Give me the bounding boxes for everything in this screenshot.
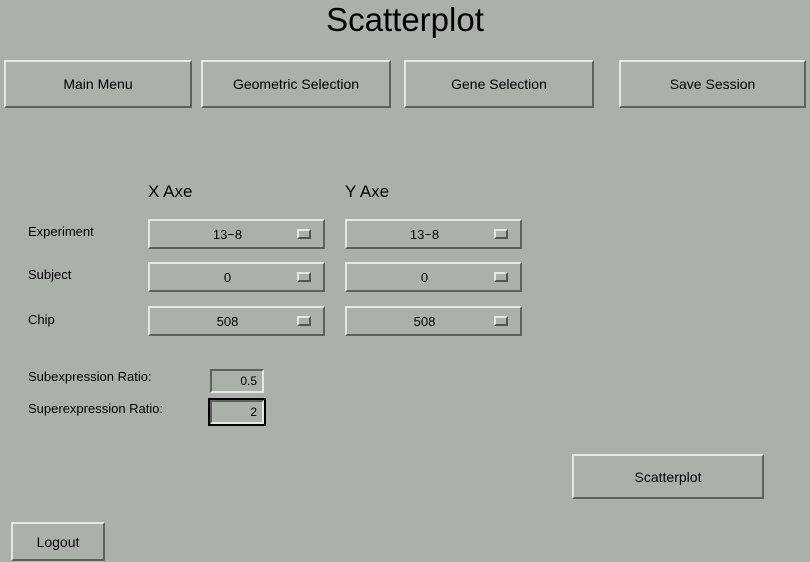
- geometric-selection-button-label: Geometric Selection: [232, 76, 360, 92]
- chip-row-label: Chip: [28, 312, 55, 327]
- subject-row-label: Subject: [28, 267, 72, 282]
- save-session-button-label: Save Session: [669, 76, 756, 92]
- subexpression-ratio-label: Subexpression Ratio:: [28, 369, 152, 384]
- subexpression-ratio-input[interactable]: 0.5: [210, 369, 264, 393]
- option-menu-indicator-icon: [297, 272, 311, 282]
- logout-button[interactable]: Logout: [11, 522, 105, 561]
- y-axis-column-heading: Y Axe: [345, 182, 390, 201]
- scatterplot-button[interactable]: Scatterplot: [572, 454, 764, 499]
- main-menu-button[interactable]: Main Menu: [4, 60, 192, 108]
- chip-y-dropdown[interactable]: 508: [345, 306, 522, 336]
- gene-selection-button[interactable]: Gene Selection: [404, 60, 594, 108]
- option-menu-indicator-icon: [297, 229, 311, 239]
- subject-y-dropdown[interactable]: 0: [345, 262, 522, 292]
- option-menu-indicator-icon: [494, 229, 508, 239]
- subject-x-dropdown[interactable]: 0: [148, 262, 325, 292]
- save-session-button[interactable]: Save Session: [619, 60, 806, 108]
- superexpression-ratio-label: Superexpression Ratio:: [28, 401, 164, 416]
- option-menu-indicator-icon: [494, 316, 508, 326]
- chip-x-dropdown[interactable]: 508: [148, 306, 325, 336]
- gene-selection-button-label: Gene Selection: [451, 76, 547, 92]
- geometric-selection-button[interactable]: Geometric Selection: [201, 60, 391, 108]
- experiment-x-dropdown[interactable]: 13−8: [148, 219, 325, 249]
- experiment-y-dropdown[interactable]: 13−8: [345, 219, 522, 249]
- experiment-row-label: Experiment: [28, 224, 94, 239]
- option-menu-indicator-icon: [297, 316, 311, 326]
- x-axis-column-heading: X Axe: [148, 182, 193, 201]
- option-menu-indicator-icon: [494, 272, 508, 282]
- logout-button-label: Logout: [36, 533, 80, 550]
- scatterplot-button-label: Scatterplot: [634, 468, 702, 485]
- superexpression-ratio-value: 2: [250, 405, 257, 419]
- page-title: Scatterplot: [326, 1, 484, 38]
- subexpression-ratio-value: 0.5: [240, 374, 257, 388]
- main-menu-button-label: Main Menu: [63, 76, 133, 92]
- application-window: Scatterplot Main Menu Geometric Selectio…: [0, 0, 810, 562]
- superexpression-ratio-input[interactable]: 2: [208, 398, 266, 426]
